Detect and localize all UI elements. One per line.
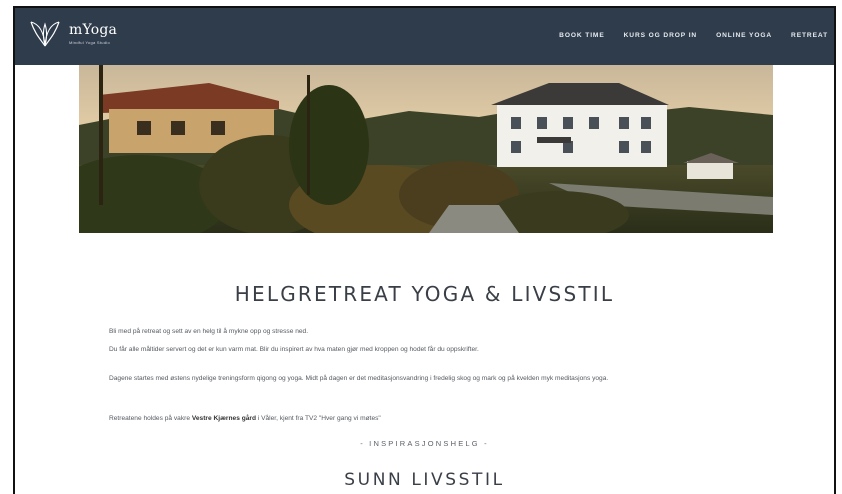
- main-nav: BOOK TIME KURS OG DROP IN ONLINE YOGA RE…: [559, 32, 828, 39]
- section-title: SUNN LIVSSTIL: [344, 470, 505, 490]
- nav-retreat[interactable]: RETREAT: [791, 32, 828, 39]
- intro-paragraph-1: Bli med på retreat og sett av en helg ti…: [109, 327, 309, 335]
- intro-paragraph-3: Dagene startes med østens nydelige treni…: [109, 374, 609, 382]
- section-subheading: - INSPIRASJONSHELG -: [360, 439, 489, 448]
- browser-page: mYoga Mindful Yoga Studio BOOK TIME KURS…: [13, 6, 836, 494]
- nav-book-time[interactable]: BOOK TIME: [559, 32, 604, 39]
- logo[interactable]: mYoga Mindful Yoga Studio: [27, 16, 117, 50]
- nav-online-yoga[interactable]: ONLINE YOGA: [716, 32, 772, 39]
- logo-tagline: Mindful Yoga Studio: [69, 39, 111, 45]
- lotus-logo-icon: [30, 21, 60, 47]
- venue-name: Vestre Kjærnes gård: [191, 414, 256, 422]
- venue-suffix: i Våler, kjent fra TV2 "Hver gang vi møt…: [255, 414, 381, 422]
- hero-image: [79, 65, 773, 233]
- intro-paragraph-2: Du får alle måltider servert og det er k…: [109, 345, 479, 353]
- logo-name: mYoga: [69, 21, 118, 38]
- top-navbar: mYoga Mindful Yoga Studio BOOK TIME KURS…: [15, 8, 834, 65]
- page-title: HELGRETREAT YOGA & LIVSSTIL: [234, 282, 615, 306]
- venue-paragraph: Retreatene holdes på vakre Vestre Kjærne…: [109, 413, 759, 424]
- farmhouse-photo: [79, 65, 773, 233]
- nav-kurs-og-drop-in[interactable]: KURS OG DROP IN: [624, 32, 697, 39]
- venue-prefix: Retreatene holdes på vakre: [109, 414, 192, 422]
